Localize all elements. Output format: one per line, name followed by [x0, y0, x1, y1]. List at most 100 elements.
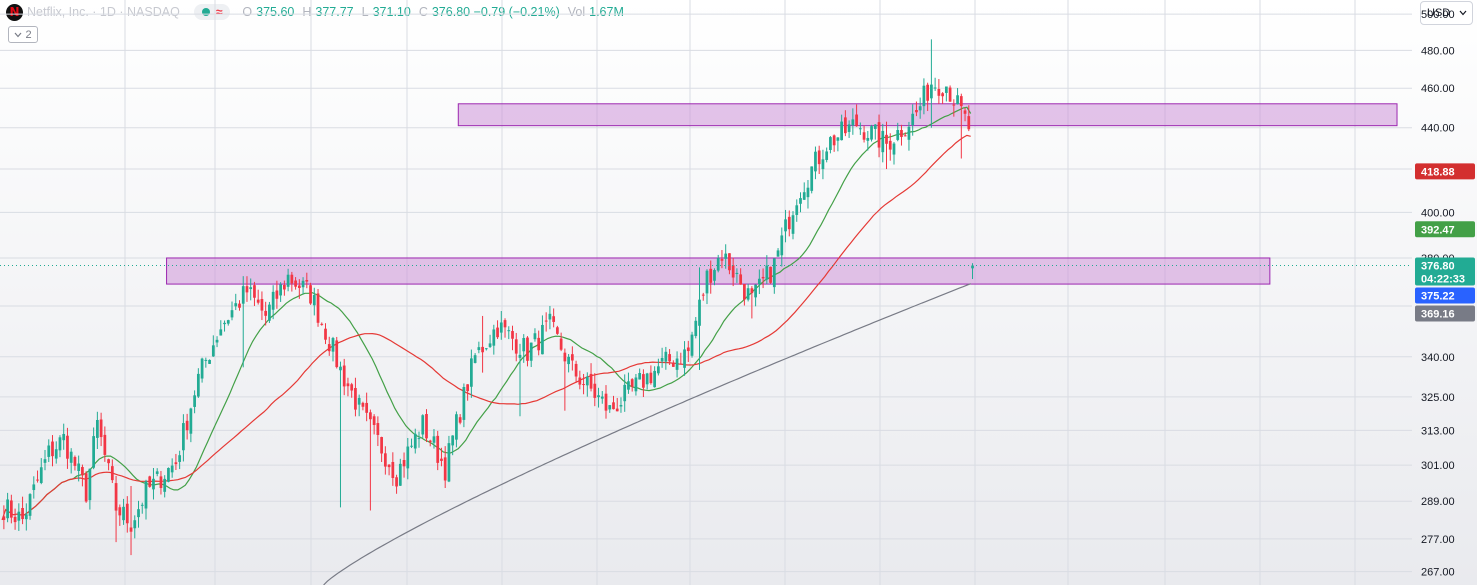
candle[interactable] [552, 308, 556, 328]
candle[interactable] [600, 391, 604, 404]
candle[interactable] [447, 435, 451, 483]
candle[interactable] [58, 435, 62, 458]
candle[interactable] [836, 137, 840, 152]
candle[interactable] [114, 475, 118, 543]
candle[interactable] [671, 360, 675, 367]
candle[interactable] [754, 284, 757, 307]
candle[interactable] [956, 88, 959, 105]
candle[interactable] [174, 453, 178, 471]
candle[interactable] [43, 449, 47, 471]
candle[interactable] [473, 353, 477, 364]
candle[interactable] [825, 147, 829, 163]
price-axis[interactable]: 267.00 277.00 289.00 301.00 313.00 325.00 340.… [1412, 0, 1477, 585]
candle[interactable] [870, 124, 873, 142]
candle[interactable] [477, 341, 481, 354]
candle[interactable] [226, 319, 230, 326]
candle[interactable] [944, 86, 948, 102]
candle[interactable] [312, 287, 316, 316]
candle[interactable] [817, 145, 821, 174]
candle[interactable] [660, 347, 664, 368]
candle[interactable] [619, 397, 623, 413]
candle[interactable] [238, 300, 241, 311]
candle[interactable] [17, 503, 21, 531]
candle[interactable] [331, 336, 335, 362]
candle[interactable] [137, 500, 140, 528]
candle[interactable] [84, 471, 88, 503]
candle[interactable] [211, 335, 215, 357]
candle[interactable] [215, 336, 219, 348]
candle[interactable] [309, 282, 312, 305]
candle[interactable] [6, 492, 9, 523]
candle[interactable] [413, 428, 417, 454]
candle[interactable] [107, 458, 110, 471]
candle[interactable] [346, 377, 350, 397]
candle[interactable] [772, 258, 776, 294]
candle[interactable] [387, 464, 391, 476]
candle[interactable] [597, 387, 600, 408]
candle[interactable] [350, 382, 354, 398]
candle[interactable] [529, 342, 533, 368]
candle[interactable] [354, 377, 357, 417]
candle[interactable] [791, 211, 795, 240]
candle[interactable] [578, 370, 582, 390]
candle[interactable] [219, 320, 223, 336]
candle[interactable] [230, 301, 234, 321]
candle[interactable] [96, 411, 99, 450]
candle[interactable] [47, 439, 51, 463]
candle[interactable] [2, 505, 6, 530]
candle[interactable] [383, 446, 387, 475]
candle[interactable] [402, 452, 406, 478]
candle[interactable] [129, 485, 133, 556]
candle[interactable] [204, 357, 208, 368]
candle[interactable] [425, 409, 428, 443]
candle[interactable] [574, 360, 578, 383]
candle[interactable] [544, 312, 548, 332]
candle[interactable] [541, 315, 544, 355]
candle[interactable] [795, 199, 799, 222]
candle[interactable] [484, 348, 488, 351]
candle[interactable] [462, 383, 466, 428]
candle[interactable] [537, 330, 541, 356]
candle[interactable] [398, 458, 402, 487]
price-chart[interactable] [0, 0, 1412, 585]
candle[interactable] [410, 438, 413, 449]
candle[interactable] [638, 368, 642, 380]
candle[interactable] [155, 468, 159, 477]
candle[interactable] [339, 361, 342, 508]
candle[interactable] [69, 448, 73, 474]
candle[interactable] [335, 336, 339, 369]
candle[interactable] [615, 397, 619, 412]
candle[interactable] [941, 92, 944, 105]
candle[interactable] [380, 436, 383, 462]
candle[interactable] [608, 405, 612, 413]
candle[interactable] [657, 358, 660, 376]
candle[interactable] [133, 515, 137, 539]
candle[interactable] [743, 283, 746, 306]
candle[interactable] [645, 372, 649, 390]
candle[interactable] [290, 271, 294, 292]
candle[interactable] [585, 372, 589, 397]
candle[interactable] [144, 479, 148, 520]
candle[interactable] [316, 289, 320, 327]
candle[interactable] [193, 390, 196, 414]
candle[interactable] [642, 369, 645, 398]
candle[interactable] [327, 336, 331, 356]
candle[interactable] [275, 280, 279, 309]
candle[interactable] [589, 363, 593, 392]
candle[interactable] [488, 334, 492, 348]
candle[interactable] [152, 467, 155, 500]
candle[interactable] [701, 292, 705, 301]
candle[interactable] [675, 351, 679, 378]
candle[interactable] [62, 423, 66, 450]
candle[interactable] [787, 210, 791, 237]
candle[interactable] [185, 413, 189, 440]
candle[interactable] [361, 401, 365, 411]
candle[interactable] [612, 395, 615, 410]
candle[interactable] [776, 248, 780, 257]
candle[interactable] [391, 452, 395, 486]
candle[interactable] [28, 493, 32, 520]
candle[interactable] [223, 320, 226, 332]
candle[interactable] [324, 323, 327, 345]
candle[interactable] [200, 357, 204, 383]
candle[interactable] [649, 365, 653, 385]
